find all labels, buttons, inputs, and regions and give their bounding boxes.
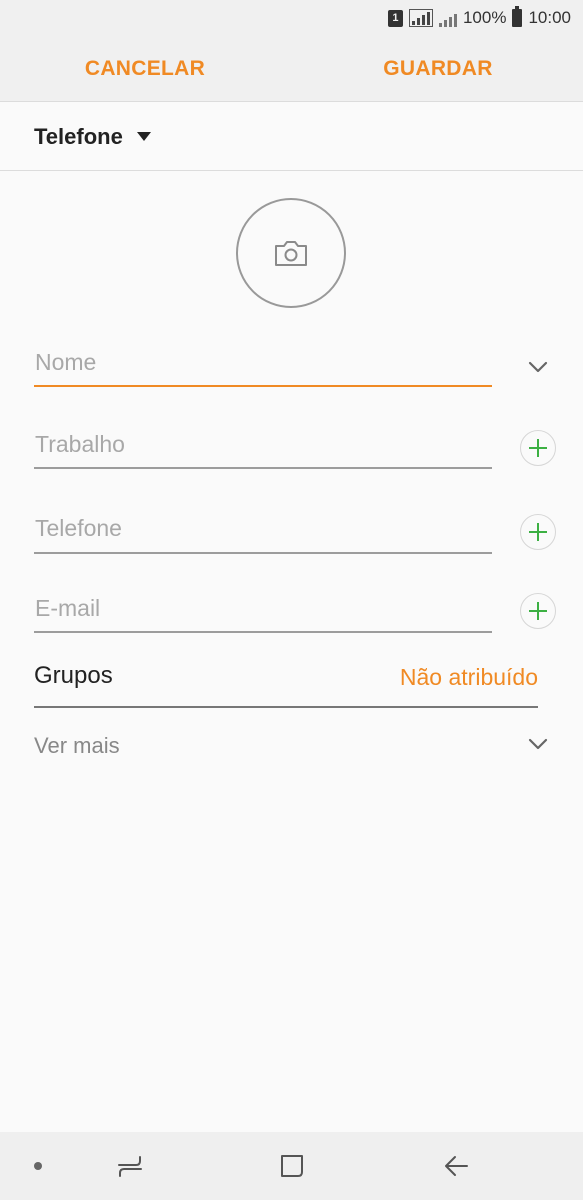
- email-field[interactable]: E-mail: [34, 592, 492, 634]
- home-icon: [281, 1155, 303, 1177]
- battery-percent: 100%: [462, 8, 507, 27]
- recents-button[interactable]: [110, 1146, 150, 1186]
- email-underline: [34, 631, 492, 633]
- plus-icon: [529, 439, 547, 457]
- back-icon: [445, 1156, 468, 1176]
- work-underline: [34, 467, 492, 469]
- clock: 10:00: [528, 8, 571, 27]
- signal-framed-icon: [408, 9, 433, 27]
- save-button[interactable]: GUARDAR: [353, 36, 523, 102]
- cancel-button[interactable]: CANCELAR: [60, 36, 230, 102]
- name-field[interactable]: Nome: [34, 345, 492, 389]
- add-work-button[interactable]: [520, 430, 556, 466]
- chevron-down-icon: [528, 738, 548, 750]
- plus-icon: [529, 602, 547, 620]
- action-bar: CANCELAR GUARDAR: [0, 36, 583, 102]
- add-phone-button[interactable]: [520, 514, 556, 550]
- phone-placeholder: Telefone: [35, 515, 122, 541]
- signal-icon: [438, 9, 457, 27]
- recents-icon: [118, 1156, 142, 1177]
- groups-label: Grupos: [34, 662, 113, 689]
- battery-icon: [512, 6, 523, 27]
- contact-photo-button[interactable]: [236, 198, 346, 308]
- phone-field[interactable]: Telefone: [34, 512, 492, 554]
- phone-underline: [34, 552, 492, 554]
- name-expand-button[interactable]: [523, 352, 553, 382]
- work-placeholder: Trabalho: [35, 431, 125, 457]
- chevron-down-icon: [528, 361, 548, 373]
- work-field[interactable]: Trabalho: [34, 428, 492, 470]
- name-underline: [34, 385, 492, 387]
- nav-dot-button[interactable]: [18, 1146, 58, 1186]
- account-label: Telefone: [34, 123, 123, 149]
- sim-1-icon: 1: [387, 9, 403, 27]
- view-more-button[interactable]: Ver mais: [34, 728, 554, 764]
- email-placeholder: E-mail: [35, 595, 101, 621]
- add-email-button[interactable]: [520, 593, 556, 629]
- account-selector[interactable]: Telefone: [0, 103, 583, 171]
- groups-value: Não atribuído: [399, 664, 538, 690]
- camera-icon: [275, 241, 307, 266]
- plus-icon: [529, 523, 547, 541]
- groups-selector[interactable]: Grupos Não atribuído: [34, 652, 538, 708]
- back-button[interactable]: [436, 1146, 476, 1186]
- dot-icon: [34, 1162, 42, 1170]
- name-placeholder: Nome: [35, 349, 97, 375]
- view-more-label: Ver mais: [34, 733, 120, 758]
- home-button[interactable]: [272, 1146, 312, 1186]
- navigation-bar: [0, 1132, 583, 1200]
- dropdown-triangle-icon: [136, 132, 151, 141]
- status-bar: 1 100% 10:00: [0, 0, 583, 36]
